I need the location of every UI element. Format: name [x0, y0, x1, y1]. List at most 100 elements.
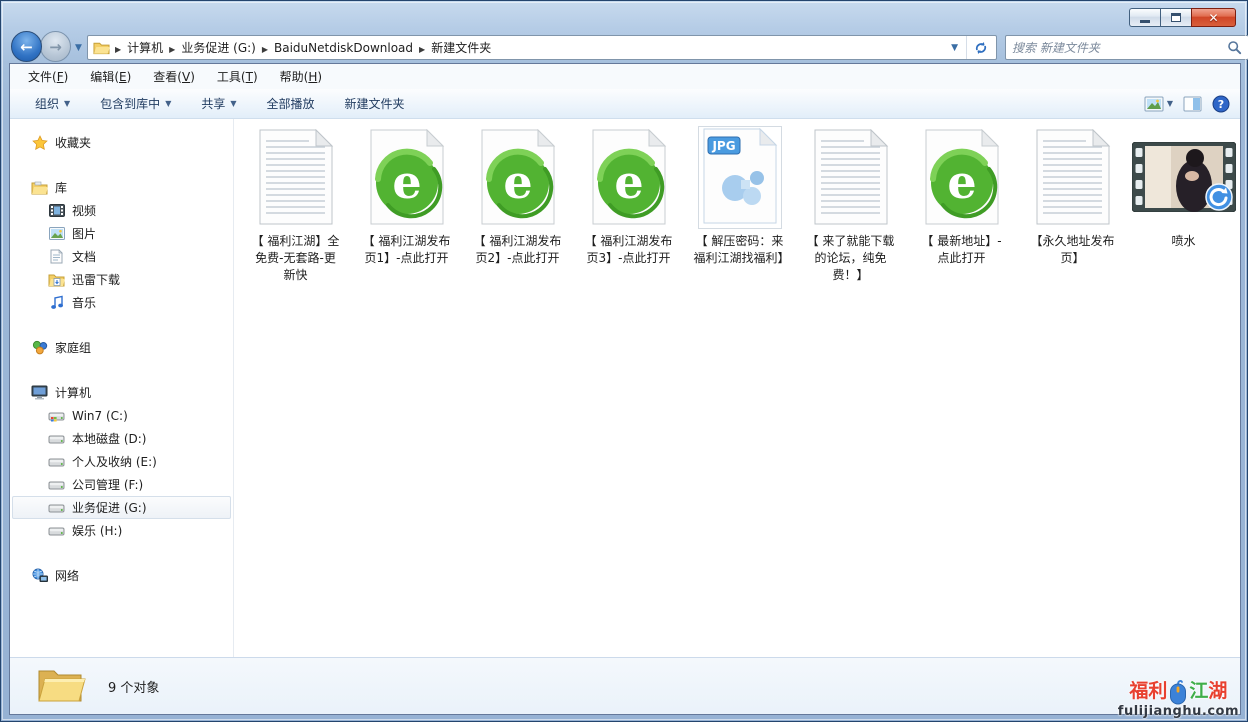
search-icon[interactable]: [1227, 40, 1242, 55]
breadcrumb-folder-icon: [93, 39, 110, 56]
sidebar-item-label: 家庭组: [55, 339, 91, 356]
toolbar-button-label: 全部播放: [267, 95, 315, 112]
file-item[interactable]: 【永久地址发布页】: [1017, 127, 1128, 267]
chevron-down-icon: ▼: [230, 99, 236, 108]
file-item[interactable]: e 【 福利江湖发布页3】-点此打开: [573, 127, 684, 267]
toolbar-button[interactable]: 包含到库中▼: [89, 90, 182, 117]
breadcrumb-item[interactable]: 业务促进 (G:): [180, 39, 257, 57]
search-input[interactable]: [1012, 41, 1227, 55]
breadcrumb-item[interactable]: BaiduNetdiskDownload: [273, 39, 414, 57]
sidebar-item-label: 计算机: [55, 384, 91, 401]
drive-windows-icon: [48, 407, 65, 424]
file-item[interactable]: e 【 福利江湖发布页1】-点此打开: [351, 127, 462, 267]
sidebar-item-label: 收藏夹: [55, 134, 91, 151]
file-name: 【永久地址发布页】: [1027, 233, 1119, 267]
svg-text:e: e: [503, 155, 532, 209]
sidebar-item[interactable]: 计算机: [12, 381, 231, 404]
menu-accelerator: F: [57, 70, 64, 84]
file-item[interactable]: e【 最新地址】-点此打开: [906, 127, 1017, 267]
help-button[interactable]: ?: [1212, 95, 1230, 113]
toolbar-button-label: 组织: [35, 95, 59, 112]
sidebar-item-label: 库: [55, 179, 67, 196]
sidebar-item[interactable]: 娱乐 (H:): [12, 519, 231, 542]
forward-button[interactable]: →: [40, 31, 71, 62]
sidebar-item[interactable]: 音乐: [12, 291, 231, 314]
toolbar-button[interactable]: 全部播放: [256, 90, 326, 117]
jpg-thumbnail-frame: JPG: [698, 126, 782, 229]
file-item[interactable]: 【 来了就能下载的论坛，纯免费！】: [795, 127, 906, 284]
sidebar-item-label: Win7 (C:): [72, 409, 128, 423]
sidebar-item[interactable]: 文档: [12, 245, 231, 268]
sidebar-item[interactable]: 库: [12, 176, 231, 199]
sidebar-item[interactable]: 视频: [12, 199, 231, 222]
minimize-button[interactable]: [1129, 8, 1160, 27]
toolbar-right: ▼ ?: [1144, 89, 1230, 118]
preview-pane-button[interactable]: [1183, 96, 1202, 112]
sidebar-item[interactable]: 图片: [12, 222, 231, 245]
back-button[interactable]: ←: [11, 31, 42, 62]
main-area: 收藏夹库视频图片文档迅雷下载音乐家庭组计算机 Win7 (C:) 本地磁盘 (D:)…: [10, 119, 1240, 657]
toolbar-button[interactable]: 组织▼: [24, 90, 81, 117]
navigation-row: ← → ▼ ▶计算机▶业务促进 (G:)▶BaiduNetdiskDownloa…: [9, 31, 1239, 63]
menu-item[interactable]: 帮助(H): [272, 65, 330, 88]
file-item[interactable]: e【 福利江湖发布页2】-点此打开: [462, 127, 573, 267]
music-icon: [48, 294, 65, 311]
file-item[interactable]: 【 福利江湖】全免费-无套路-更新快: [240, 127, 351, 284]
toolbar-button[interactable]: 新建文件夹: [334, 90, 416, 117]
file-item[interactable]: 喷水: [1128, 127, 1239, 250]
sidebar-item[interactable]: 个人及收纳 (E:): [12, 450, 231, 473]
address-dropdown-icon[interactable]: ▼: [943, 43, 966, 53]
menu-accelerator: T: [246, 70, 253, 84]
recent-pages-dropdown[interactable]: ▼: [75, 43, 82, 53]
file-item[interactable]: JPG 【 解压密码：来福利江湖找福利】: [684, 127, 795, 267]
refresh-button[interactable]: [966, 36, 994, 59]
menu-item[interactable]: 文件(F): [20, 65, 76, 88]
sidebar-item[interactable]: 收藏夹: [12, 131, 231, 154]
breadcrumb: ▶计算机▶业务促进 (G:)▶BaiduNetdiskDownload▶新建文件…: [110, 39, 492, 56]
download-icon: [48, 271, 65, 288]
address-bar[interactable]: ▶计算机▶业务促进 (G:)▶BaiduNetdiskDownload▶新建文件…: [87, 35, 997, 60]
watermark-text-right: 江湖: [1189, 682, 1227, 702]
documents-icon: [48, 248, 65, 265]
views-icon: [1144, 96, 1164, 112]
search-box: [1005, 35, 1248, 60]
breadcrumb-item[interactable]: 新建文件夹: [430, 39, 492, 57]
maximize-icon: [1171, 13, 1181, 22]
menu-bar: 文件(F) 编辑(E) 查看(V) 工具(T) 帮助(H): [10, 64, 1240, 89]
ie-file-icon: e: [906, 127, 1017, 227]
star-icon: [31, 134, 48, 151]
ie-file-icon: e: [462, 127, 573, 227]
sidebar-item[interactable]: Win7 (C:): [12, 404, 231, 427]
sidebar-item[interactable]: 业务促进 (G:): [12, 496, 231, 519]
file-name: 【 解压密码：来福利江湖找福利】: [694, 233, 786, 267]
menu-item[interactable]: 工具(T): [209, 65, 266, 88]
file-name: 【 福利江湖发布页3】-点此打开: [583, 233, 675, 267]
sidebar-item[interactable]: 本地磁盘 (D:): [12, 427, 231, 450]
sidebar-item[interactable]: 网络: [12, 564, 231, 587]
watermark-text-left: 福利: [1129, 682, 1167, 702]
drive-icon: [48, 430, 65, 447]
toolbar-button-label: 新建文件夹: [345, 95, 405, 112]
menu-item[interactable]: 编辑(E): [82, 65, 139, 88]
back-arrow-icon: ←: [20, 38, 33, 56]
menu-item[interactable]: 查看(V): [145, 65, 203, 88]
close-button[interactable]: ✕: [1191, 8, 1236, 27]
file-name: 【 福利江湖发布页1】-点此打开: [361, 233, 453, 267]
sidebar-item-label: 业务促进 (G:): [72, 499, 147, 516]
watermark-char: 利: [1148, 680, 1167, 702]
sidebar-item-label: 图片: [72, 225, 96, 242]
command-toolbar: 组织▼ 包含到库中▼ 共享 ▼ 全部播放 新建文件夹 ▼: [10, 89, 1240, 119]
file-name: 喷水: [1138, 233, 1230, 250]
breadcrumb-item[interactable]: 计算机: [126, 39, 164, 57]
toolbar-button[interactable]: 共享 ▼: [190, 90, 247, 117]
toolbar-button-label: 共享: [201, 95, 225, 112]
file-list-area[interactable]: 【 福利江湖】全免费-无套路-更新快e【 福利江湖发布页1】-点此打开e【 福利…: [234, 119, 1240, 657]
sidebar-item[interactable]: 家庭组: [12, 336, 231, 359]
folder-icon: [36, 663, 86, 710]
ie-file-icon: e: [573, 127, 684, 227]
sidebar-item[interactable]: 公司管理 (F:): [12, 473, 231, 496]
sidebar-item[interactable]: 迅雷下载: [12, 268, 231, 291]
ie-file-icon: e: [351, 127, 462, 227]
maximize-button[interactable]: [1160, 8, 1191, 27]
change-view-button[interactable]: ▼: [1144, 96, 1173, 112]
